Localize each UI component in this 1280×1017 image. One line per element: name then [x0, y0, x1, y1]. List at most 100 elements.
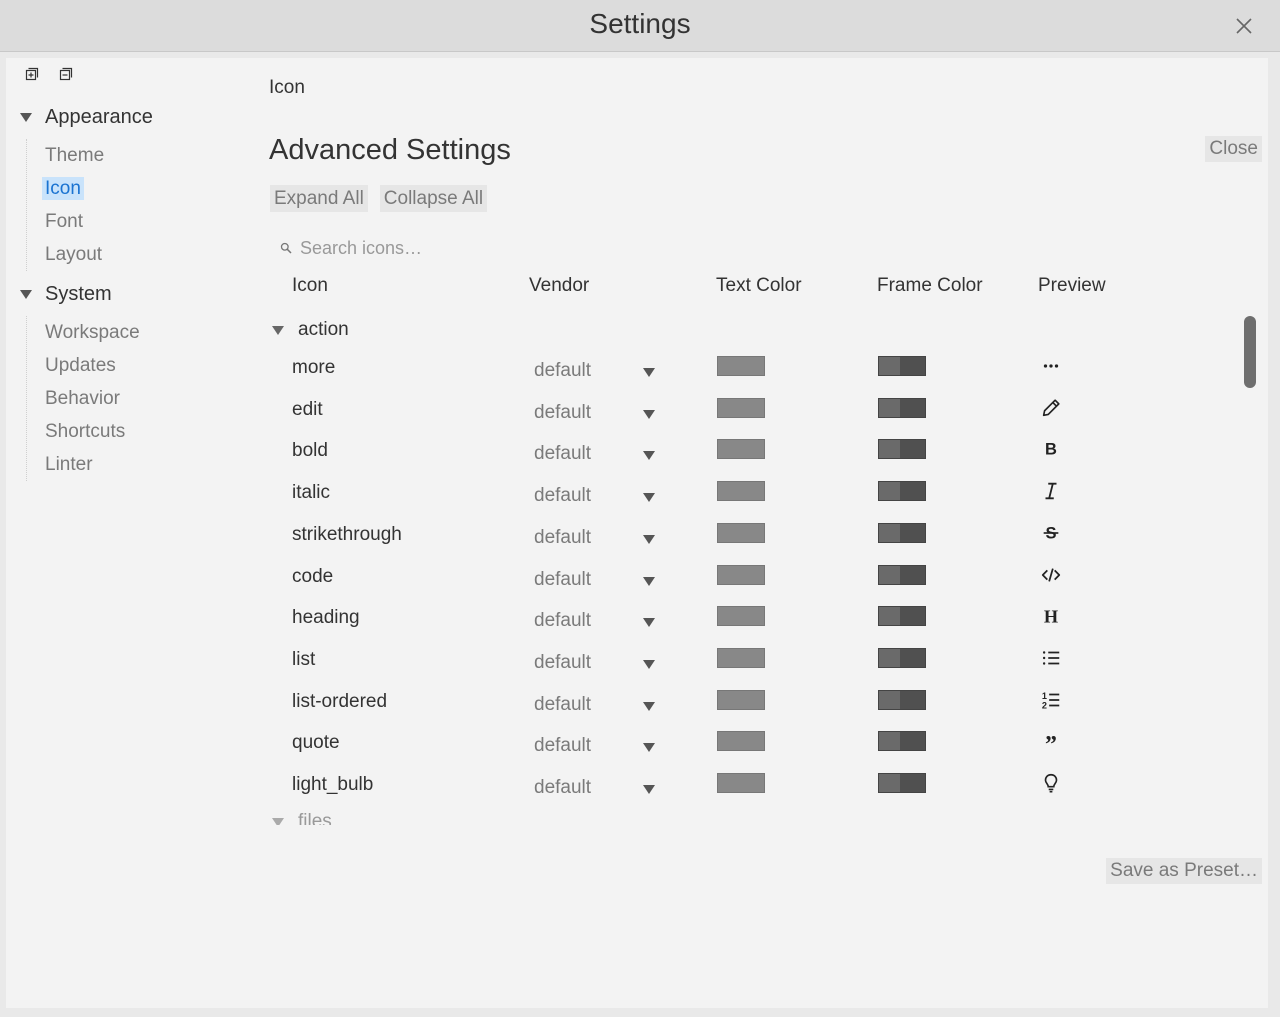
expand-all-button[interactable]: Expand All: [270, 185, 368, 212]
icon-row-strikethrough: strikethrough default S: [268, 522, 1228, 565]
frame-color-swatch[interactable]: [878, 689, 926, 710]
text-color-swatch[interactable]: [717, 356, 765, 376]
icon-name: more: [292, 357, 336, 378]
settings-window: Settings Appearance Theme Icon Font Layo…: [0, 0, 1280, 1017]
close-button[interactable]: Close: [1205, 136, 1262, 162]
frame-color-swatch[interactable]: [878, 606, 926, 627]
save-as-preset-button[interactable]: Save as Preset…: [1106, 858, 1262, 884]
sidebar-item-linter[interactable]: Linter: [27, 448, 140, 481]
category-label: files: [298, 811, 332, 825]
sidebar-item-shortcuts[interactable]: Shortcuts: [27, 415, 140, 448]
icon-row-light_bulb: light_bulb default: [268, 773, 1228, 815]
text-color-swatch[interactable]: [717, 689, 765, 710]
close-icon[interactable]: [1230, 12, 1258, 40]
column-header-icon: Icon: [292, 275, 328, 296]
dropdown-caret-icon: [643, 618, 655, 628]
vendor-select[interactable]: default: [530, 776, 655, 802]
vendor-value: default: [534, 526, 592, 548]
frame-color-swatch[interactable]: [878, 647, 926, 668]
icon-row-italic: italic default: [268, 481, 1228, 523]
quote-icon: ”: [1045, 732, 1057, 752]
frame-color-swatch[interactable]: [878, 731, 926, 752]
sidebar-item-font[interactable]: Font: [27, 205, 104, 238]
sidebar-item-behavior[interactable]: Behavior: [27, 382, 140, 415]
icon-row-list-ordered: list-ordered default 1 2: [268, 687, 1228, 732]
search-input[interactable]: [300, 237, 560, 259]
icon-row-quote: quote default ”: [268, 731, 1228, 773]
frame-color-swatch[interactable]: [878, 773, 926, 793]
icon-name: quote: [292, 732, 340, 754]
text-color-swatch[interactable]: [717, 564, 765, 585]
icon-list: action more default edit default bold default…: [268, 310, 1258, 825]
frame-color-swatch[interactable]: [878, 564, 926, 585]
frame-color-swatch[interactable]: [878, 439, 926, 460]
vendor-select[interactable]: default: [530, 359, 655, 385]
dropdown-caret-icon: [643, 743, 655, 753]
bold-icon: B: [1045, 441, 1057, 459]
vendor-select[interactable]: default: [530, 526, 655, 552]
sidebar-group-appearance[interactable]: Appearance: [20, 106, 153, 129]
vendor-select[interactable]: default: [530, 609, 655, 635]
sidebar: Appearance Theme Icon Font Layout System…: [6, 58, 246, 1008]
collapse-all-button[interactable]: Collapse All: [379, 185, 488, 212]
text-color-swatch[interactable]: [717, 439, 765, 460]
collapse-all-icon[interactable]: [58, 66, 74, 82]
frame-color-swatch[interactable]: [878, 481, 926, 502]
vendor-value: default: [534, 401, 592, 423]
text-color-swatch[interactable]: [717, 731, 765, 752]
sidebar-item-layout[interactable]: Layout: [27, 238, 104, 271]
column-header-frame-color: Frame Color: [877, 275, 983, 296]
sidebar-item-theme[interactable]: Theme: [27, 139, 104, 172]
column-header-preview: Preview: [1038, 275, 1106, 296]
column-header-text-color: Text Color: [716, 275, 802, 296]
text-color-swatch[interactable]: [717, 522, 765, 543]
sidebar-tools: [24, 66, 74, 82]
icon-row-heading: heading default H: [268, 606, 1228, 648]
text-color-swatch[interactable]: [717, 397, 765, 418]
breadcrumb: Icon: [269, 77, 305, 98]
settings-content: Appearance Theme Icon Font Layout System…: [6, 58, 1268, 1008]
icon-name: light_bulb: [292, 774, 374, 795]
sidebar-item-updates[interactable]: Updates: [27, 349, 140, 382]
preview-cell: ”: [1038, 728, 1064, 754]
text-color-swatch[interactable]: [717, 773, 765, 793]
vendor-select[interactable]: default: [530, 734, 655, 760]
vendor-select[interactable]: default: [530, 568, 655, 594]
dropdown-caret-icon: [643, 451, 655, 461]
scrollbar-thumb[interactable]: [1244, 316, 1256, 388]
text-color-swatch[interactable]: [717, 481, 765, 502]
vendor-value: default: [534, 443, 592, 465]
sidebar-group-items: Theme Icon Font Layout: [26, 139, 104, 271]
scrollbar[interactable]: [1244, 316, 1258, 826]
vendor-select[interactable]: default: [530, 693, 655, 719]
text-color-swatch[interactable]: [717, 606, 765, 627]
expand-triangle-icon: [272, 817, 284, 825]
frame-color-swatch[interactable]: [878, 522, 926, 543]
sidebar-group-label: Appearance: [45, 106, 153, 128]
code-icon: [1041, 567, 1061, 582]
sidebar-item-icon[interactable]: Icon: [27, 172, 104, 205]
icon-row-edit: edit default: [268, 397, 1228, 440]
vendor-select[interactable]: default: [530, 651, 655, 677]
vendor-select[interactable]: default: [530, 484, 655, 510]
category-toggle-files[interactable]: files: [268, 807, 332, 825]
expand-triangle-icon: [20, 113, 32, 122]
sidebar-group-system[interactable]: System: [20, 283, 112, 306]
vendor-select[interactable]: default: [530, 401, 655, 427]
frame-color-swatch[interactable]: [878, 397, 926, 418]
vendor-value: default: [534, 693, 592, 715]
icon-name: strikethrough: [292, 523, 402, 545]
text-color-swatch[interactable]: [717, 647, 765, 668]
preview-cell: [1038, 562, 1064, 588]
preview-cell: 12: [1038, 687, 1064, 713]
frame-color-swatch[interactable]: [878, 356, 926, 376]
sidebar-item-workspace[interactable]: Workspace: [27, 316, 140, 349]
dropdown-caret-icon: [643, 701, 655, 711]
category-toggle-action[interactable]: action: [268, 315, 349, 345]
vendor-select[interactable]: default: [530, 442, 655, 468]
dropdown-caret-icon: [643, 576, 655, 586]
expand-all-icon[interactable]: [24, 66, 40, 82]
vendor-value: default: [534, 485, 592, 507]
preview-cell: H: [1038, 603, 1064, 629]
window-title: Settings: [589, 8, 691, 39]
